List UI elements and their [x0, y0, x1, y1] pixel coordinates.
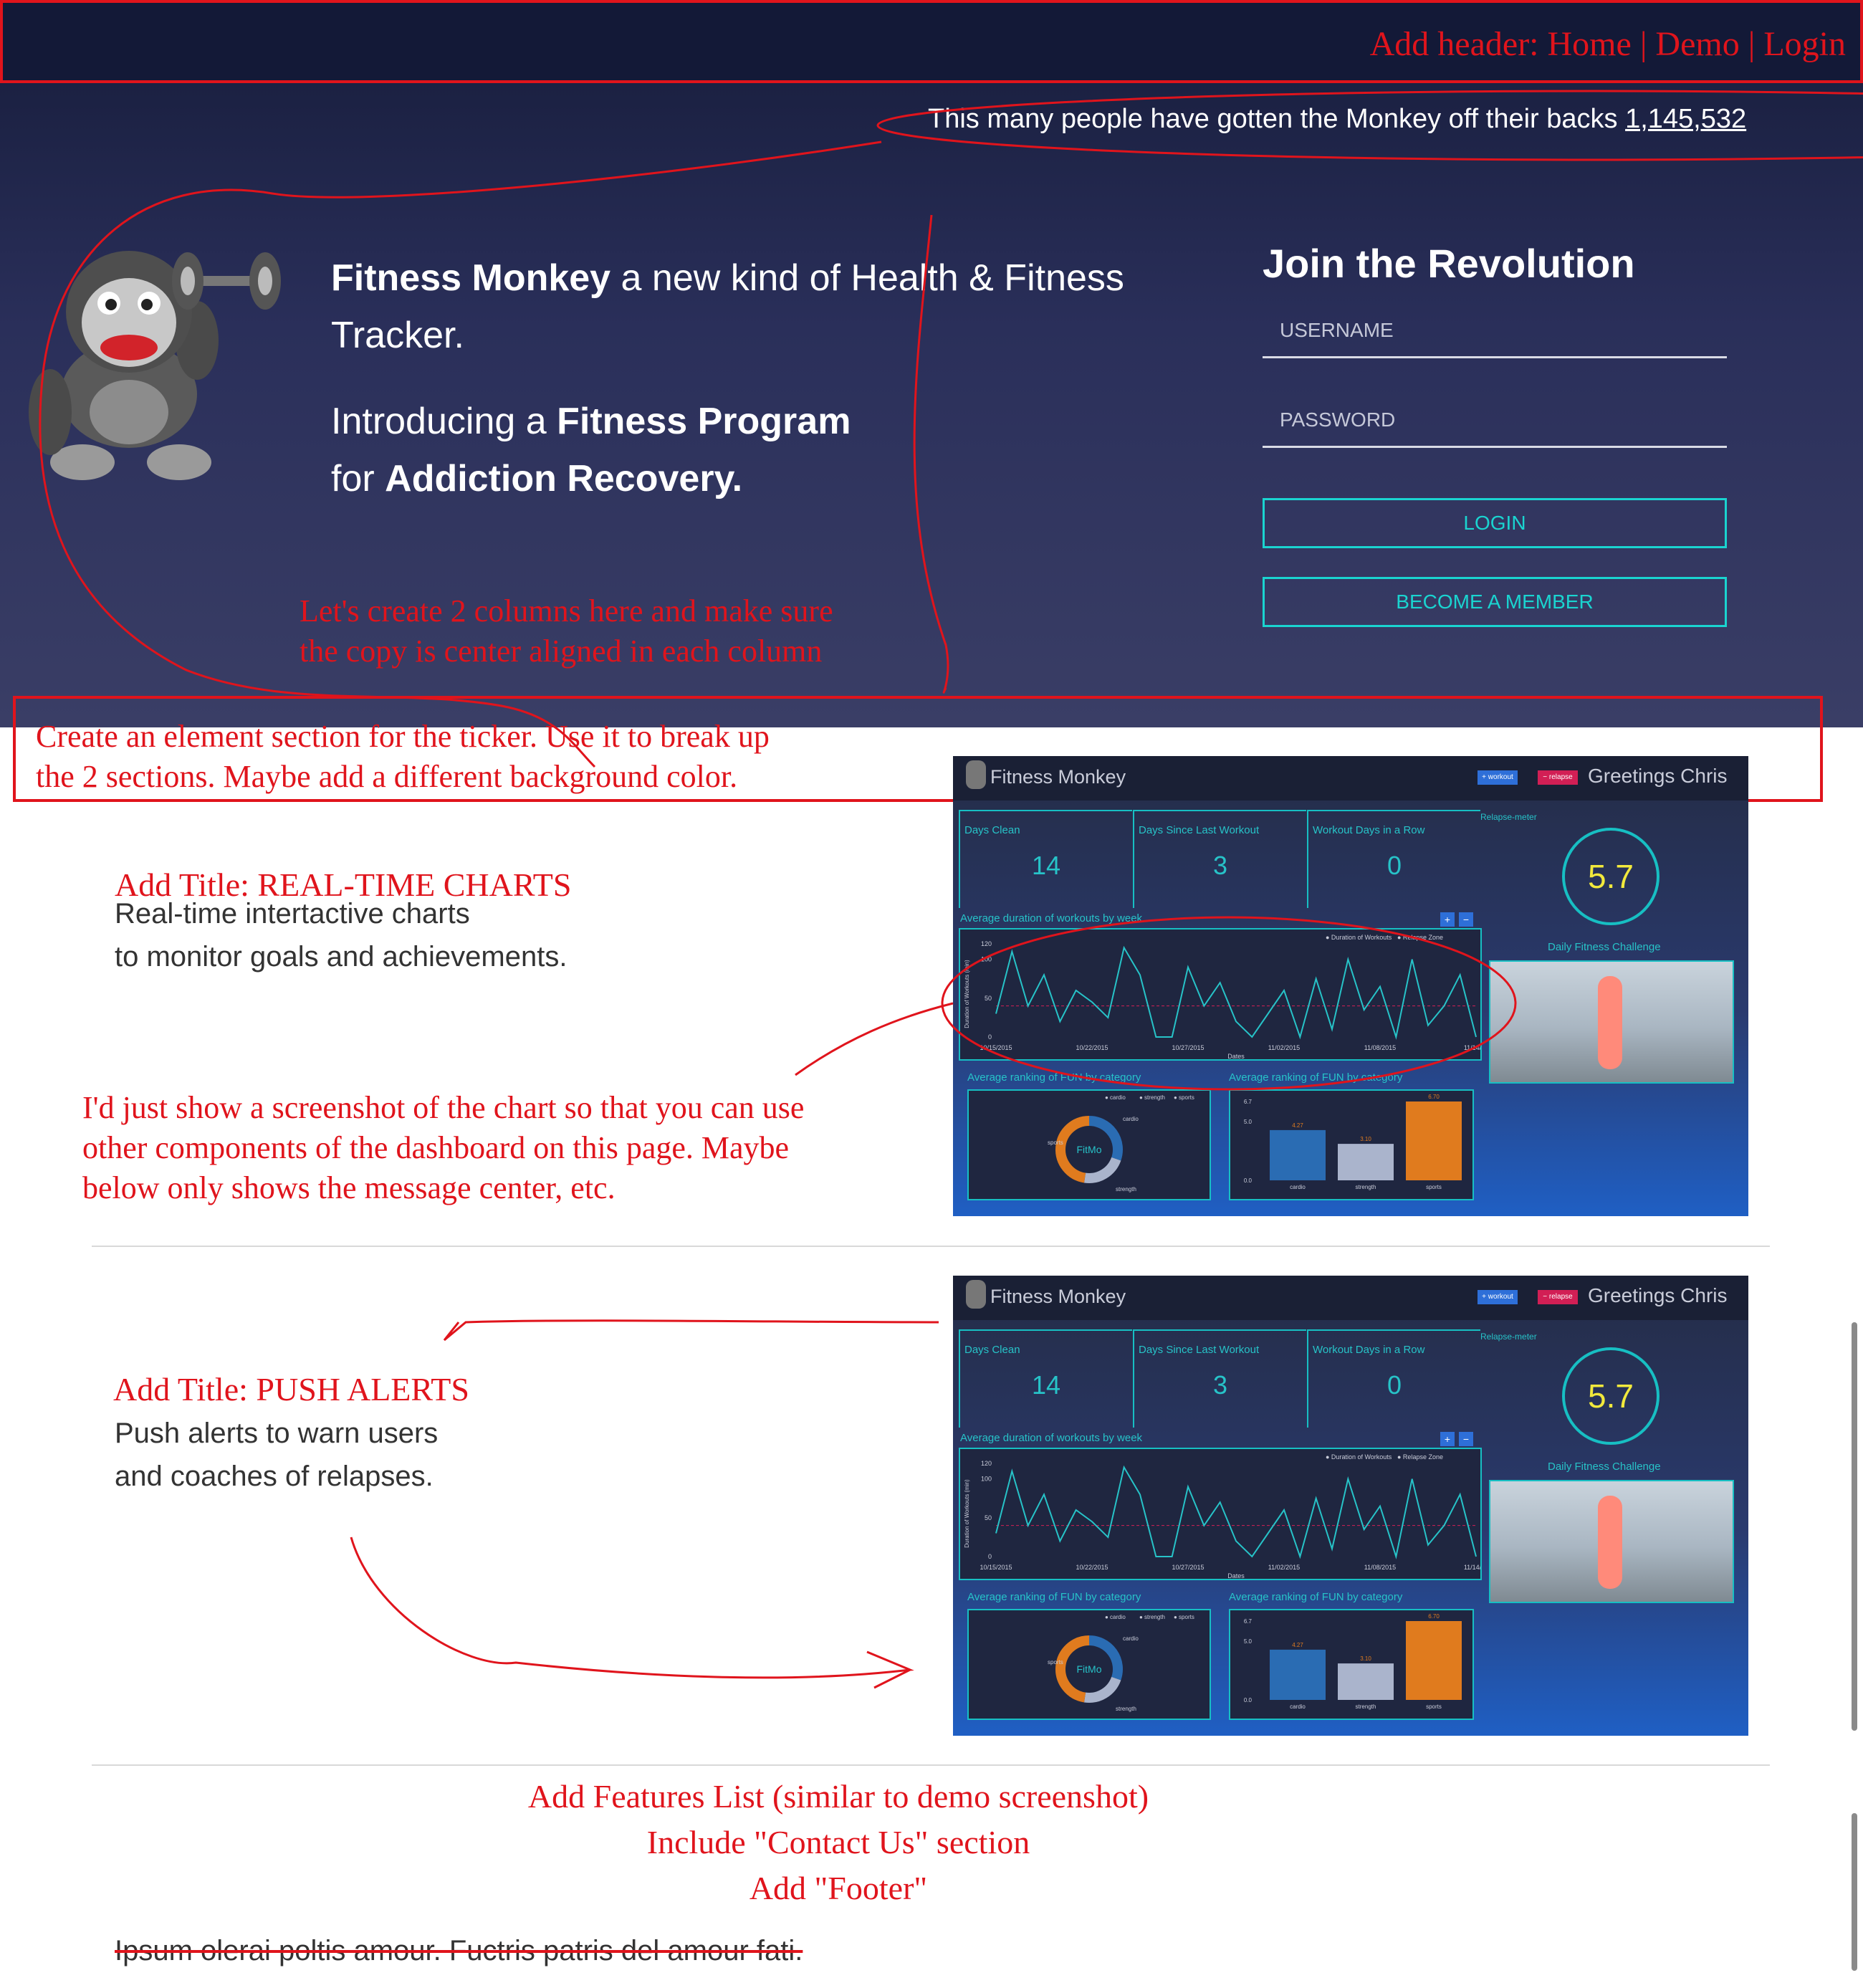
ticker-circle-mark — [876, 90, 1863, 161]
annotation-scribbles — [39, 90, 1863, 1689]
arrow-scribble — [39, 140, 882, 768]
chart-circle-mark — [941, 916, 1517, 1091]
left-arrow-mark — [443, 1319, 939, 1342]
chart-pointer-mark — [795, 1002, 954, 1076]
right-arrow-mark — [350, 1537, 914, 1689]
vertical-scribble — [913, 214, 949, 694]
